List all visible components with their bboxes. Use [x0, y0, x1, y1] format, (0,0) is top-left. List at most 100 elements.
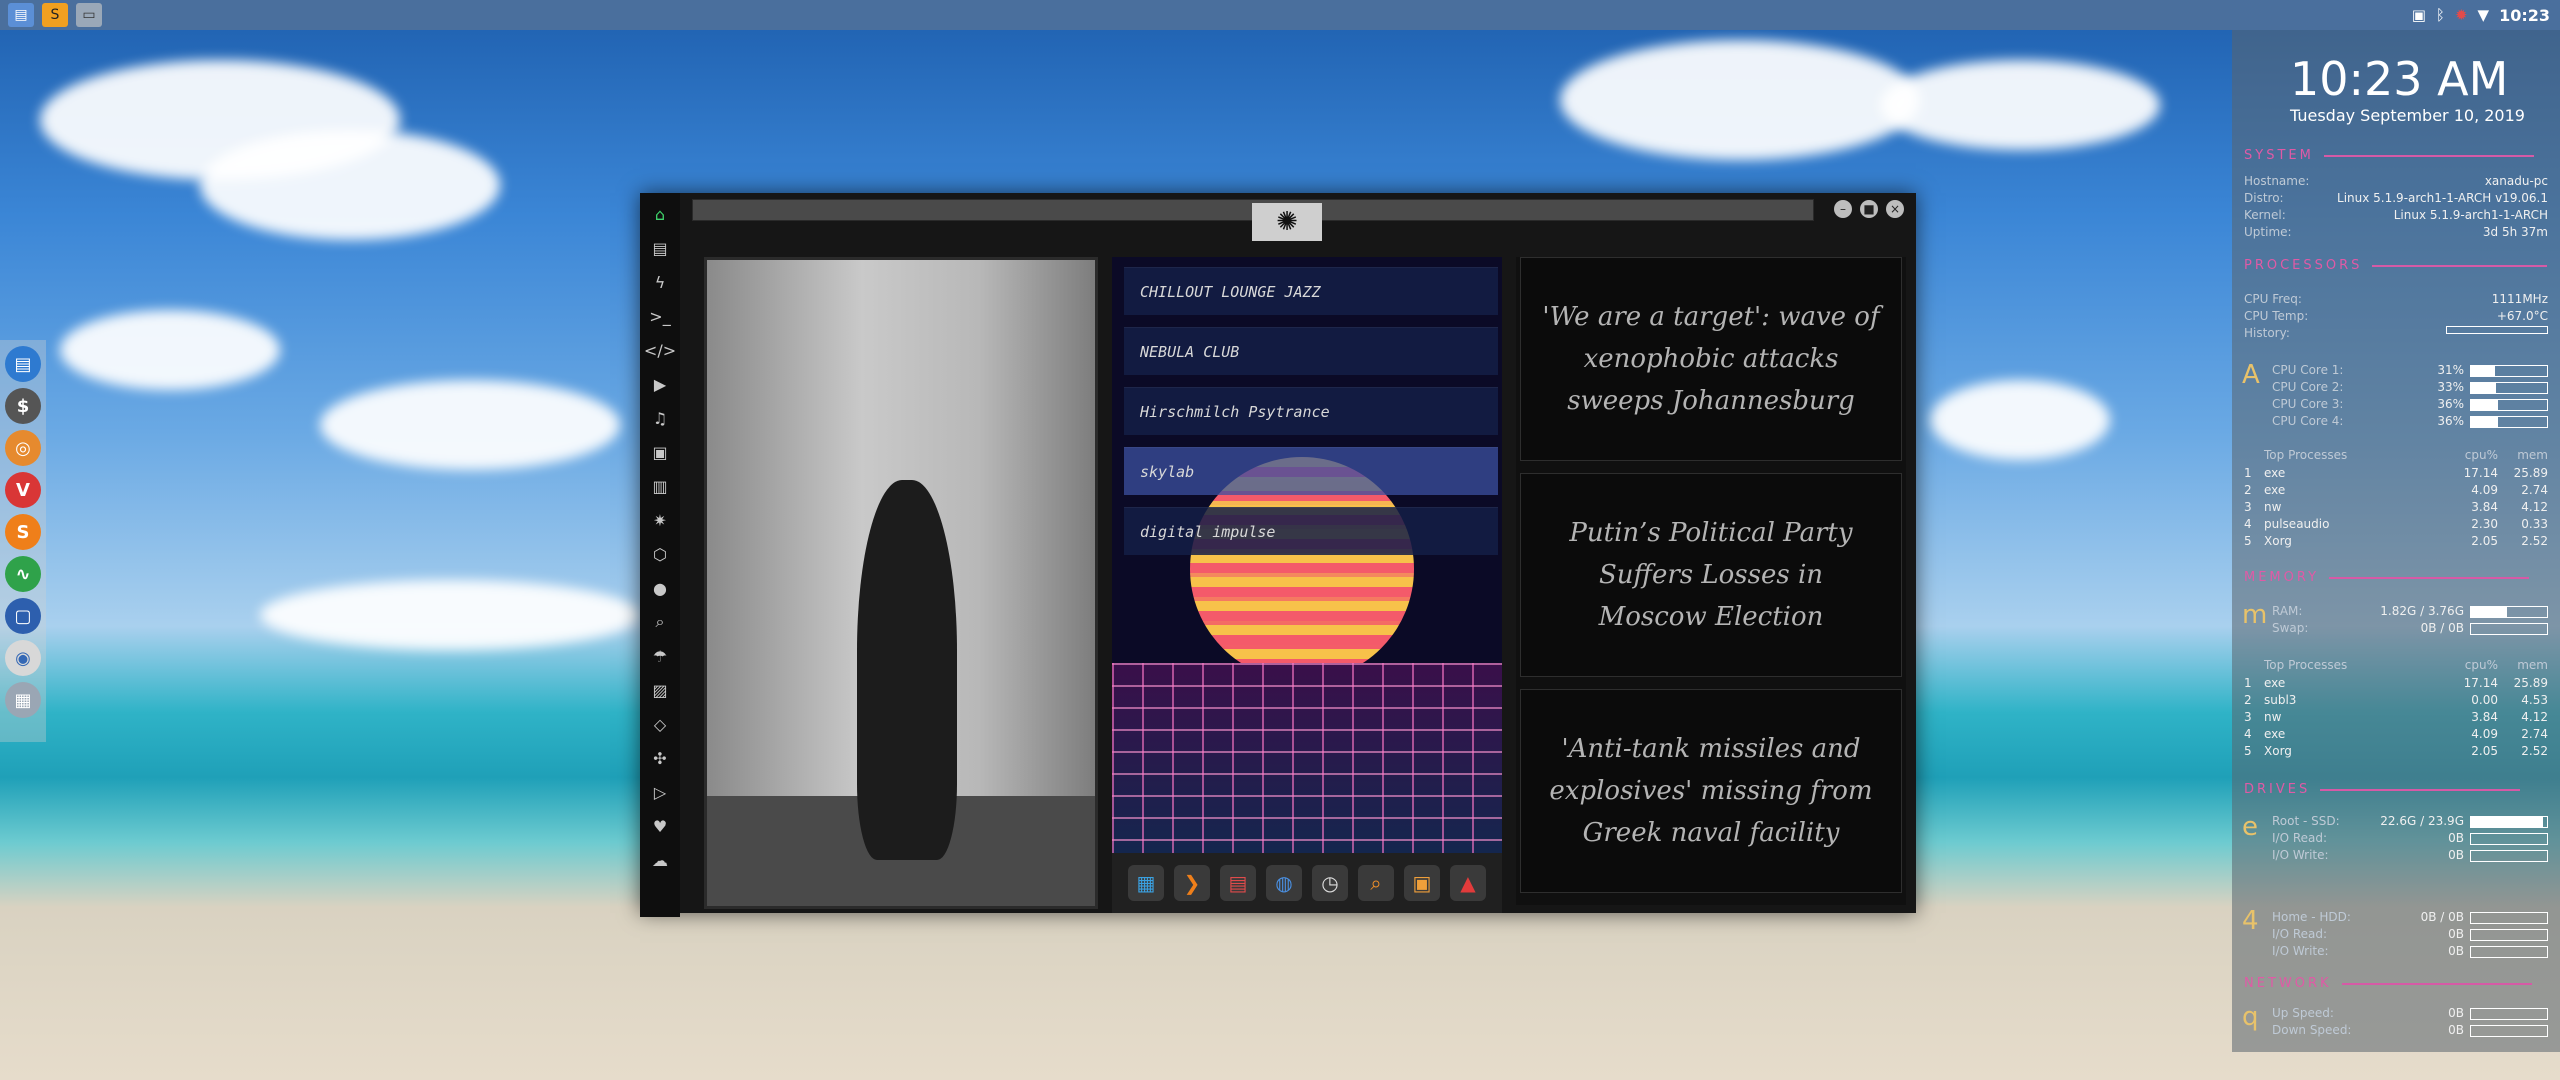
- section-system: SYSTEM: [2244, 148, 2534, 163]
- news-icon[interactable]: ▥: [649, 475, 671, 497]
- cloud-icon[interactable]: ☁: [649, 849, 671, 871]
- station-item[interactable]: NEBULA CLUB: [1124, 327, 1498, 375]
- news-card[interactable]: Putin’s Political Party Suffers Losses i…: [1520, 473, 1902, 677]
- network-row: Down Speed: 0B: [2272, 1023, 2548, 1037]
- core-bar: [2470, 381, 2548, 394]
- station-item-selected[interactable]: skylab: [1124, 447, 1498, 495]
- station-item[interactable]: CHILLOUT LOUNGE JAZZ: [1124, 267, 1498, 315]
- screen-icon[interactable]: ▢: [5, 598, 41, 634]
- conky-letter-4: 4: [2242, 906, 2259, 936]
- news-card[interactable]: 'Anti-tank missiles and explosives' miss…: [1520, 689, 1902, 893]
- swap-row: Swap: 0B / 0B: [2272, 621, 2548, 635]
- image-icon[interactable]: ▣: [2412, 6, 2426, 24]
- radio-panel: CHILLOUT LOUNGE JAZZ NEBULA CLUB Hirschm…: [1112, 257, 1502, 853]
- wifi-icon[interactable]: ▼: [2478, 6, 2490, 24]
- minimize-button[interactable]: –: [1834, 200, 1852, 218]
- system-tray: ▣ ᛒ ✹ ▼ 10:23: [2412, 0, 2550, 30]
- activity-monitor-icon[interactable]: ∿: [5, 556, 41, 592]
- workspace-icon[interactable]: ▭: [76, 3, 102, 27]
- drive-row: I/O Write: 0B: [2272, 944, 2548, 958]
- info-row: CPU Temp: +67.0°C: [2244, 309, 2548, 323]
- drive-row: I/O Write: 0B: [2272, 848, 2548, 862]
- drive-bar: [2470, 911, 2548, 924]
- money-icon[interactable]: $: [5, 388, 41, 424]
- document-icon[interactable]: ▤: [649, 237, 671, 259]
- core-row: CPU Core 1: 31%: [2272, 363, 2548, 377]
- terminal-icon[interactable]: >_: [649, 305, 671, 327]
- core-row: CPU Core 3: 36%: [2272, 397, 2548, 411]
- chrome-icon[interactable]: ◉: [5, 640, 41, 676]
- play-icon[interactable]: ▶: [649, 373, 671, 395]
- info-row: Distro: Linux 5.1.9-arch1-1-ARCH v19.06.1: [2244, 191, 2548, 205]
- file-manager-icon[interactable]: ▤: [8, 3, 34, 27]
- ram-bar: [2470, 605, 2548, 618]
- hexagon-icon[interactable]: ⬡: [649, 543, 671, 565]
- info-row: Kernel: Linux 5.1.9-arch1-1-ARCH: [2244, 208, 2548, 222]
- panel-clock[interactable]: 10:23: [2499, 6, 2550, 25]
- vivaldi-icon[interactable]: V: [5, 472, 41, 508]
- process-row: 1 exe 17.14 25.89: [2244, 676, 2548, 690]
- station-item[interactable]: digital impulse: [1124, 507, 1498, 555]
- drive-bar: [2470, 832, 2548, 845]
- app-a-icon[interactable]: ▲: [1450, 865, 1486, 901]
- image-icon[interactable]: ▣: [649, 441, 671, 463]
- alert-icon[interactable]: ✹: [2455, 6, 2468, 24]
- bluetooth-icon[interactable]: ᛒ: [2436, 6, 2445, 24]
- photo-panel: [704, 257, 1098, 909]
- picture-icon[interactable]: ▣: [1404, 865, 1440, 901]
- info-row: CPU Freq: 1111MHz: [2244, 292, 2548, 306]
- music-file-icon[interactable]: ♫: [649, 407, 671, 429]
- lightning-icon[interactable]: ϟ: [649, 271, 671, 293]
- globe-icon[interactable]: ●: [649, 577, 671, 599]
- ubuntu-icon[interactable]: ◎: [5, 430, 41, 466]
- network-icon[interactable]: ▦: [5, 682, 41, 718]
- sublime-icon[interactable]: S: [5, 514, 41, 550]
- process-row: 4 exe 4.09 2.74: [2244, 727, 2548, 741]
- share-icon[interactable]: ◇: [649, 713, 671, 735]
- files-icon[interactable]: ▤: [5, 346, 41, 382]
- drive-row: Home - HDD: 0B / 0B: [2272, 910, 2548, 924]
- news-card[interactable]: 'We are a target': wave of xenophobic at…: [1520, 257, 1902, 461]
- grid-app-icon[interactable]: ▦: [1128, 865, 1164, 901]
- left-dock: ▤ $ ◎ V S ∿ ▢ ◉ ▦: [0, 340, 46, 742]
- info-row: Uptime: 3d 5h 37m: [2244, 225, 2548, 239]
- youtube-icon[interactable]: ▷: [649, 781, 671, 803]
- home-icon[interactable]: ⌂: [649, 203, 671, 225]
- news-headline: 'Anti-tank missiles and explosives' miss…: [1549, 734, 1873, 848]
- expand-icon[interactable]: ✣: [649, 747, 671, 769]
- ram-row: RAM: 1.82G / 3.76G: [2272, 604, 2548, 618]
- calendar-icon[interactable]: ▤: [1220, 865, 1256, 901]
- sublime-text-icon[interactable]: S: [42, 3, 68, 27]
- forward-icon[interactable]: ❯: [1174, 865, 1210, 901]
- process-row: 1 exe 17.14 25.89: [2244, 466, 2548, 480]
- conky-letter-q: q: [2242, 1002, 2259, 1032]
- code-icon[interactable]: </>: [644, 339, 676, 361]
- core-bar: [2470, 398, 2548, 411]
- process-header: Top Processes cpu% mem: [2264, 658, 2548, 672]
- window-controls: – ■ ×: [1834, 200, 1904, 218]
- swap-bar: [2470, 622, 2548, 635]
- maximize-button[interactable]: ■: [1860, 200, 1878, 218]
- clock-icon[interactable]: ◷: [1312, 865, 1348, 901]
- cloud: [320, 380, 620, 470]
- section-processors: PROCESSORS: [2244, 258, 2548, 273]
- synthwave-grid: [1112, 663, 1502, 853]
- search-icon[interactable]: ⌕: [649, 611, 671, 633]
- heart-icon[interactable]: ♥: [649, 815, 671, 837]
- info-row: Hostname: xanadu-pc: [2244, 174, 2548, 188]
- section-network: NETWORK: [2244, 976, 2532, 991]
- contact-icon[interactable]: ▨: [649, 679, 671, 701]
- umbrella-icon[interactable]: ☂: [649, 645, 671, 667]
- rebel-emblem-icon: ✺: [1252, 203, 1322, 241]
- globe-icon[interactable]: ◍: [1266, 865, 1302, 901]
- network-row: Up Speed: 0B: [2272, 1006, 2548, 1020]
- drive-row: I/O Read: 0B: [2272, 927, 2548, 941]
- close-button[interactable]: ×: [1886, 200, 1904, 218]
- cloud: [60, 310, 280, 390]
- drive-bar: [2470, 928, 2548, 941]
- settings-icon[interactable]: ✷: [649, 509, 671, 531]
- drive-bar: [2470, 849, 2548, 862]
- search-icon[interactable]: ⌕: [1358, 865, 1394, 901]
- top-panel: ▤ S ▭ ▣ ᛒ ✹ ▼ 10:23: [0, 0, 2560, 30]
- station-item[interactable]: Hirschmilch Psytrance: [1124, 387, 1498, 435]
